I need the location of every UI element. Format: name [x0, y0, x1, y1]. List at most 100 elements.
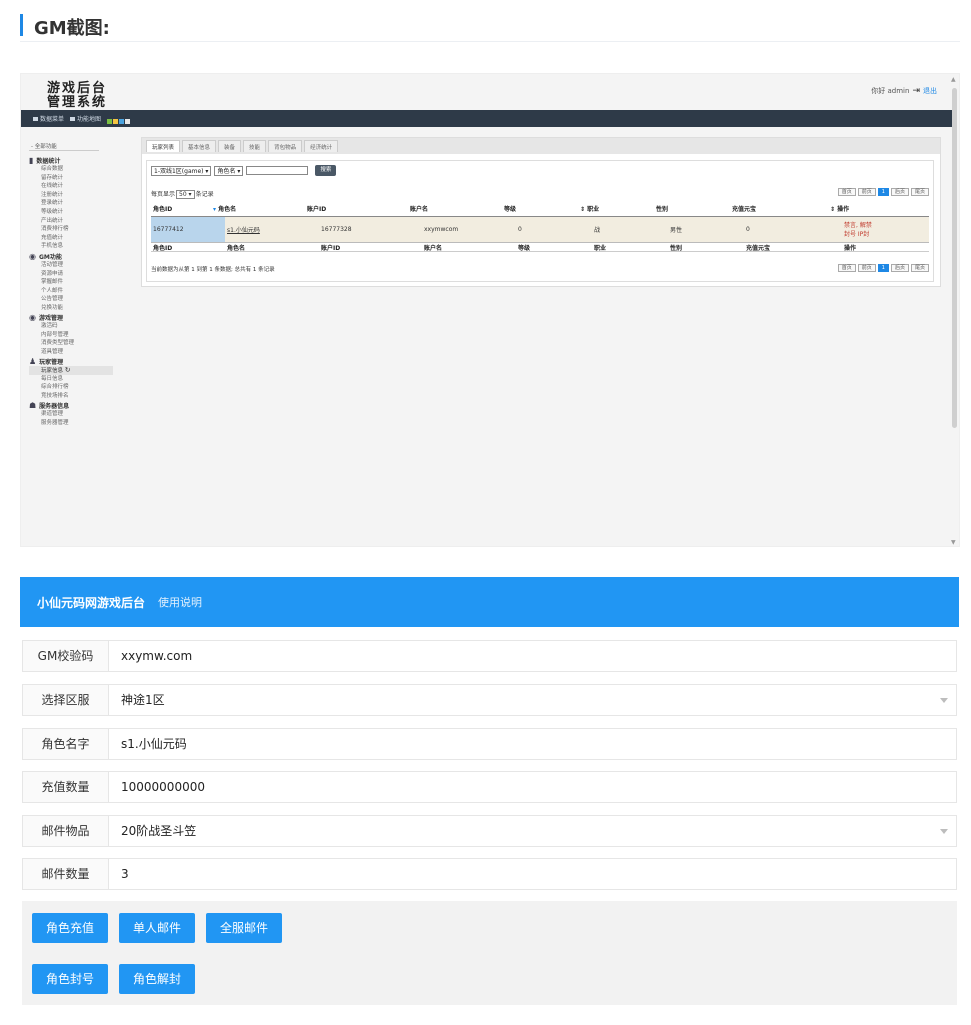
theme-swatch-green[interactable]	[107, 119, 113, 124]
single-mail-button[interactable]: 单人邮件	[119, 913, 195, 943]
per-page-suffix: 条记录	[195, 191, 214, 198]
pager-prev[interactable]: 前页	[857, 264, 876, 272]
cell-gender: 男性	[670, 227, 683, 234]
sidebar-all-functions[interactable]: - 全部功能	[31, 142, 57, 150]
sidebar-item[interactable]: 每日信息	[29, 375, 113, 384]
sidebar-item[interactable]: 活动管理	[29, 261, 113, 270]
col-job[interactable]: ⇕ 职业	[578, 204, 654, 213]
unban-role-button[interactable]: 角色解封	[119, 964, 195, 994]
sidebar-item[interactable]: 等级统计	[29, 208, 113, 217]
table-row[interactable]: 16777412 s1.小仙元码 16777328 xxymwcom 0 战 男…	[151, 217, 929, 243]
exit-link[interactable]: 退出	[923, 86, 937, 96]
refresh-icon[interactable]: ↻	[65, 366, 71, 374]
cell-role-name[interactable]: s1.小仙元码	[225, 225, 319, 234]
search-field-select[interactable]: 角色名 ▾	[214, 165, 244, 176]
server-select[interactable]: 神途1区	[121, 685, 165, 715]
gm-code-input[interactable]: xxymw.com	[121, 641, 192, 671]
tab-player-list[interactable]: 玩家列表	[146, 140, 181, 152]
col-ops[interactable]: ⇕ 操作	[828, 204, 918, 213]
sidebar-item[interactable]: 留存统计	[29, 174, 113, 183]
tab-backpack[interactable]: 背包物品	[268, 140, 303, 152]
theme-swatch-yellow[interactable]	[113, 119, 119, 124]
col-account-id[interactable]: 账户ID	[305, 204, 408, 213]
chevron-down-icon[interactable]	[940, 698, 948, 703]
sidebar-item[interactable]: 服务器管理	[29, 419, 113, 428]
sidebar-item-active[interactable]: 玩家信息 ↻	[29, 366, 113, 375]
sidebar-item[interactable]: 产出统计	[29, 217, 113, 226]
chevron-down-icon[interactable]	[940, 829, 948, 834]
role-recharge-button[interactable]: 角色充值	[32, 913, 108, 943]
sidebar-item[interactable]: 手机信息	[29, 242, 113, 251]
nav-item-label: 功能地图	[77, 116, 102, 123]
sidebar-group-title[interactable]: ♟ 玩家管理	[29, 356, 113, 366]
search-input[interactable]	[246, 166, 309, 175]
sidebar-item[interactable]: 内部号管理	[29, 331, 113, 340]
scroll-down-icon[interactable]: ▼	[951, 539, 956, 546]
sidebar-item[interactable]: 消费类型管理	[29, 339, 113, 348]
sidebar-group-title[interactable]: ▮ 数据统计	[29, 155, 113, 165]
col-gender[interactable]: 性别	[654, 204, 730, 213]
user-greeting: 你好 admin	[871, 87, 910, 95]
col-role-name[interactable]: ▾ 角色名	[211, 204, 305, 213]
sidebar-item[interactable]: 综合排行榜	[29, 383, 113, 392]
sidebar-item[interactable]: 掌握邮件	[29, 278, 113, 287]
sidebar-group-title[interactable]: ☗ 服务器信息	[29, 400, 113, 410]
ops-mute-links[interactable]: 禁言, 解禁	[844, 221, 918, 230]
usage-link[interactable]: 使用说明	[158, 594, 202, 610]
sidebar-item[interactable]: 个人邮件	[29, 287, 113, 296]
sidebar-item[interactable]: 渠道管理	[29, 410, 113, 419]
user-icon: ♟	[29, 356, 37, 366]
screenshot-scrollbar[interactable]: ▲ ▼	[951, 76, 957, 546]
pager-next[interactable]: 后页	[890, 188, 909, 196]
sidebar-item[interactable]: 消费排行榜	[29, 225, 113, 234]
mail-quantity-input[interactable]: 3	[121, 859, 129, 889]
sidebar-item[interactable]: 充值统计	[29, 234, 113, 243]
sidebar-item[interactable]: 在线统计	[29, 182, 113, 191]
pager-current[interactable]: 1	[877, 188, 889, 196]
theme-swatch-blue[interactable]	[119, 119, 125, 124]
server-select[interactable]: 1-双线1区(game) ▾	[151, 165, 212, 176]
scroll-up-icon[interactable]: ▲	[951, 76, 956, 83]
pager-prev[interactable]: 前页	[857, 188, 876, 196]
sidebar-item[interactable]: 公告管理	[29, 295, 113, 304]
cell-account-id: 16777328	[321, 226, 352, 233]
sidebar-item[interactable]: 综合数据	[29, 165, 113, 174]
col-level[interactable]: 等级	[502, 204, 578, 213]
mail-item-select[interactable]: 20阶战圣斗笠	[121, 816, 196, 846]
sidebar-item[interactable]: 注册统计	[29, 191, 113, 200]
sidebar-group-title[interactable]: ◉ 游戏管理	[29, 312, 113, 322]
sidebar-item[interactable]: 资源申请	[29, 270, 113, 279]
foot-role-name: 角色名	[227, 244, 246, 252]
nav-data-menu[interactable]: 数据菜单	[33, 114, 64, 123]
sidebar-group-title[interactable]: ◉ GM功能	[29, 251, 113, 261]
pager-last[interactable]: 尾页	[910, 264, 929, 272]
theme-swatch-white[interactable]	[125, 119, 131, 124]
tab-economy[interactable]: 经济统计	[304, 140, 339, 152]
tab-equipment[interactable]: 装备	[218, 140, 242, 152]
scroll-thumb[interactable]	[952, 88, 957, 428]
tab-skills[interactable]: 技能	[243, 140, 267, 152]
col-gold[interactable]: 充值元宝	[730, 204, 828, 213]
exit-icon[interactable]: ⇥	[912, 86, 920, 96]
pager-current[interactable]: 1	[877, 264, 889, 272]
pager-first[interactable]: 首页	[837, 188, 856, 196]
search-button[interactable]: 搜索	[315, 165, 337, 176]
pager-last[interactable]: 尾页	[910, 188, 929, 196]
sidebar-item[interactable]: 激活码	[29, 322, 113, 331]
pager-first[interactable]: 首页	[837, 264, 856, 272]
per-page-control: 每页显示 50 ▾ 条记录	[151, 189, 214, 199]
pager-next[interactable]: 后页	[890, 264, 909, 272]
sidebar-item[interactable]: 登录统计	[29, 199, 113, 208]
role-name-input[interactable]: s1.小仙元码	[121, 729, 187, 759]
ban-role-button[interactable]: 角色封号	[32, 964, 108, 994]
bar-chart-icon: ▮	[29, 155, 34, 165]
per-page-select[interactable]: 50 ▾	[176, 190, 195, 199]
ops-ban-links[interactable]: 封号 IP封	[844, 230, 918, 239]
server-mail-button[interactable]: 全服邮件	[206, 913, 282, 943]
tab-basic-info[interactable]: 基本信息	[182, 140, 217, 152]
recharge-amount-input[interactable]: 10000000000	[121, 772, 205, 802]
col-role-id[interactable]: 角色ID	[151, 204, 211, 213]
sort-icon: ▾	[213, 206, 217, 213]
nav-function-map[interactable]: 功能地图	[70, 114, 101, 123]
col-account-name[interactable]: 账户名	[408, 204, 502, 213]
